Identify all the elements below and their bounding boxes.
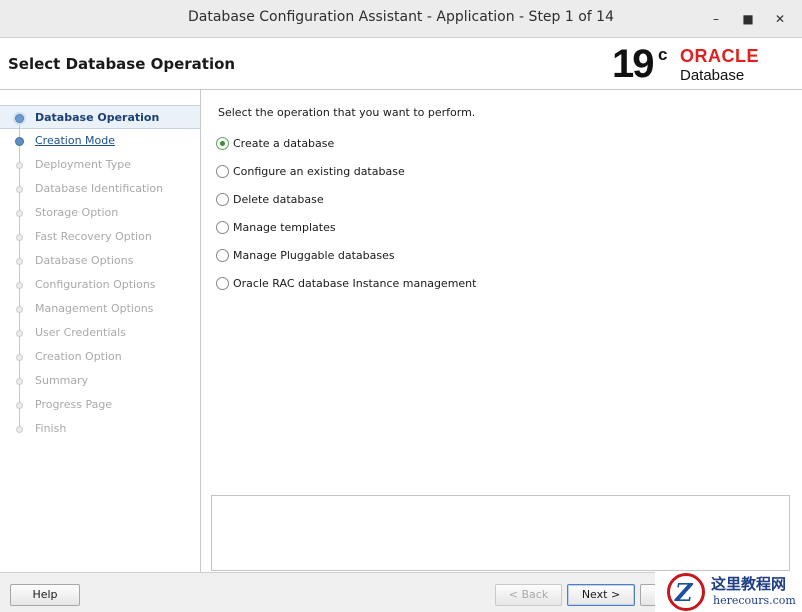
option-label: Manage templates	[233, 221, 336, 234]
back-button[interactable]: < Back	[495, 584, 562, 606]
help-button[interactable]: Help	[10, 584, 80, 606]
option-label: Oracle RAC database Instance management	[233, 277, 477, 290]
option-manage-templates[interactable]: Manage templates	[216, 218, 596, 238]
close-icon[interactable]: ✕	[769, 8, 791, 30]
minimize-icon[interactable]: –	[705, 8, 727, 30]
sidebar-item-summary: Summary	[0, 369, 200, 393]
sidebar-item-storage-option: Storage Option	[0, 201, 200, 225]
sidebar-item-label: Management Options	[35, 302, 154, 315]
sidebar-item-label: Database Options	[35, 254, 134, 267]
sidebar-item-label: Creation Mode	[35, 134, 116, 147]
sidebar-item-label: Finish	[35, 422, 67, 435]
next-button[interactable]: Next >	[567, 584, 635, 606]
logo-version-suffix: c	[658, 45, 668, 64]
radio-icon[interactable]	[216, 277, 229, 290]
step-disabled-icon	[16, 306, 23, 313]
radio-icon[interactable]	[216, 249, 229, 262]
watermark-logo: Z 这里教程网 herecours.com	[655, 571, 802, 612]
sidebar-item-user-credentials: User Credentials	[0, 321, 200, 345]
window-title: Database Configuration Assistant - Appli…	[188, 9, 614, 25]
sidebar-item-management-options: Management Options	[0, 297, 200, 321]
sidebar-item-label: Database Operation	[35, 111, 160, 124]
step-disabled-icon	[16, 426, 23, 433]
sidebar-item-fast-recovery-option: Fast Recovery Option	[0, 225, 200, 249]
sidebar-item-label: Storage Option	[35, 206, 119, 219]
instruction-text: Select the operation that you want to pe…	[218, 106, 476, 119]
step-disabled-icon	[16, 258, 23, 265]
option-rac-instance-management[interactable]: Oracle RAC database Instance management	[216, 274, 596, 294]
sidebar-item-label: Progress Page	[35, 398, 113, 411]
page-header: Select Database Operation 19 c ORACLE Da…	[0, 38, 802, 90]
option-configure-existing-database[interactable]: Configure an existing database	[216, 162, 596, 182]
step-disabled-icon	[16, 330, 23, 337]
radio-icon[interactable]	[216, 221, 229, 234]
page-title: Select Database Operation	[8, 55, 236, 73]
sidebar-item-label: Configuration Options	[35, 278, 156, 291]
option-label: Configure an existing database	[233, 165, 405, 178]
window-titlebar: Database Configuration Assistant - Appli…	[0, 0, 802, 38]
sidebar-item-database-options: Database Options	[0, 249, 200, 273]
step-disabled-icon	[16, 162, 23, 169]
option-delete-database[interactable]: Delete database	[216, 190, 596, 210]
sidebar-item-database-identification: Database Identification	[0, 177, 200, 201]
radio-icon[interactable]	[216, 193, 229, 206]
sidebar-item-label: Summary	[35, 374, 89, 387]
sidebar-item-configuration-options: Configuration Options	[0, 273, 200, 297]
sidebar-item-label: Deployment Type	[35, 158, 132, 171]
step-current-icon	[15, 114, 24, 123]
watermark-site: herecours.com	[713, 594, 796, 607]
option-label: Delete database	[233, 193, 324, 206]
logo-version: 19	[612, 42, 654, 86]
sidebar-item-progress-page: Progress Page	[0, 393, 200, 417]
sidebar-item-label: User Credentials	[35, 326, 126, 339]
option-label: Manage Pluggable databases	[233, 249, 395, 262]
watermark-emblem-icon: Z	[667, 573, 705, 611]
step-disabled-icon	[16, 354, 23, 361]
sidebar-item-deployment-type: Deployment Type	[0, 153, 200, 177]
option-create-database[interactable]: Create a database	[216, 134, 596, 154]
step-disabled-icon	[16, 186, 23, 193]
step-disabled-icon	[16, 402, 23, 409]
sidebar-item-creation-option: Creation Option	[0, 345, 200, 369]
oracle-19c-logo: 19 c ORACLE Database	[612, 42, 794, 86]
logo-brand: ORACLE	[680, 46, 759, 66]
steps-sidebar: Database Operation Creation Mode Deploym…	[0, 90, 201, 572]
sidebar-item-label: Database Identification	[35, 182, 164, 195]
option-label: Create a database	[233, 137, 335, 150]
step-disabled-icon	[16, 282, 23, 289]
sidebar-item-label: Fast Recovery Option	[35, 230, 152, 243]
step-disabled-icon	[16, 234, 23, 241]
step-enabled-icon	[15, 137, 24, 146]
sidebar-item-creation-mode[interactable]: Creation Mode	[0, 129, 200, 153]
logo-product: Database	[680, 67, 745, 84]
radio-icon[interactable]	[216, 165, 229, 178]
main-panel: Select the operation that you want to pe…	[202, 90, 802, 572]
step-disabled-icon	[16, 210, 23, 217]
sidebar-item-database-operation[interactable]: Database Operation	[0, 105, 200, 131]
step-disabled-icon	[16, 378, 23, 385]
option-manage-pluggable-databases[interactable]: Manage Pluggable databases	[216, 246, 596, 266]
sidebar-item-finish: Finish	[0, 417, 200, 441]
watermark-name: 这里教程网	[711, 575, 787, 593]
sidebar-item-label: Creation Option	[35, 350, 122, 363]
message-area	[211, 495, 790, 571]
maximize-icon[interactable]: ■	[737, 8, 759, 30]
radio-selected-icon[interactable]	[216, 137, 229, 150]
